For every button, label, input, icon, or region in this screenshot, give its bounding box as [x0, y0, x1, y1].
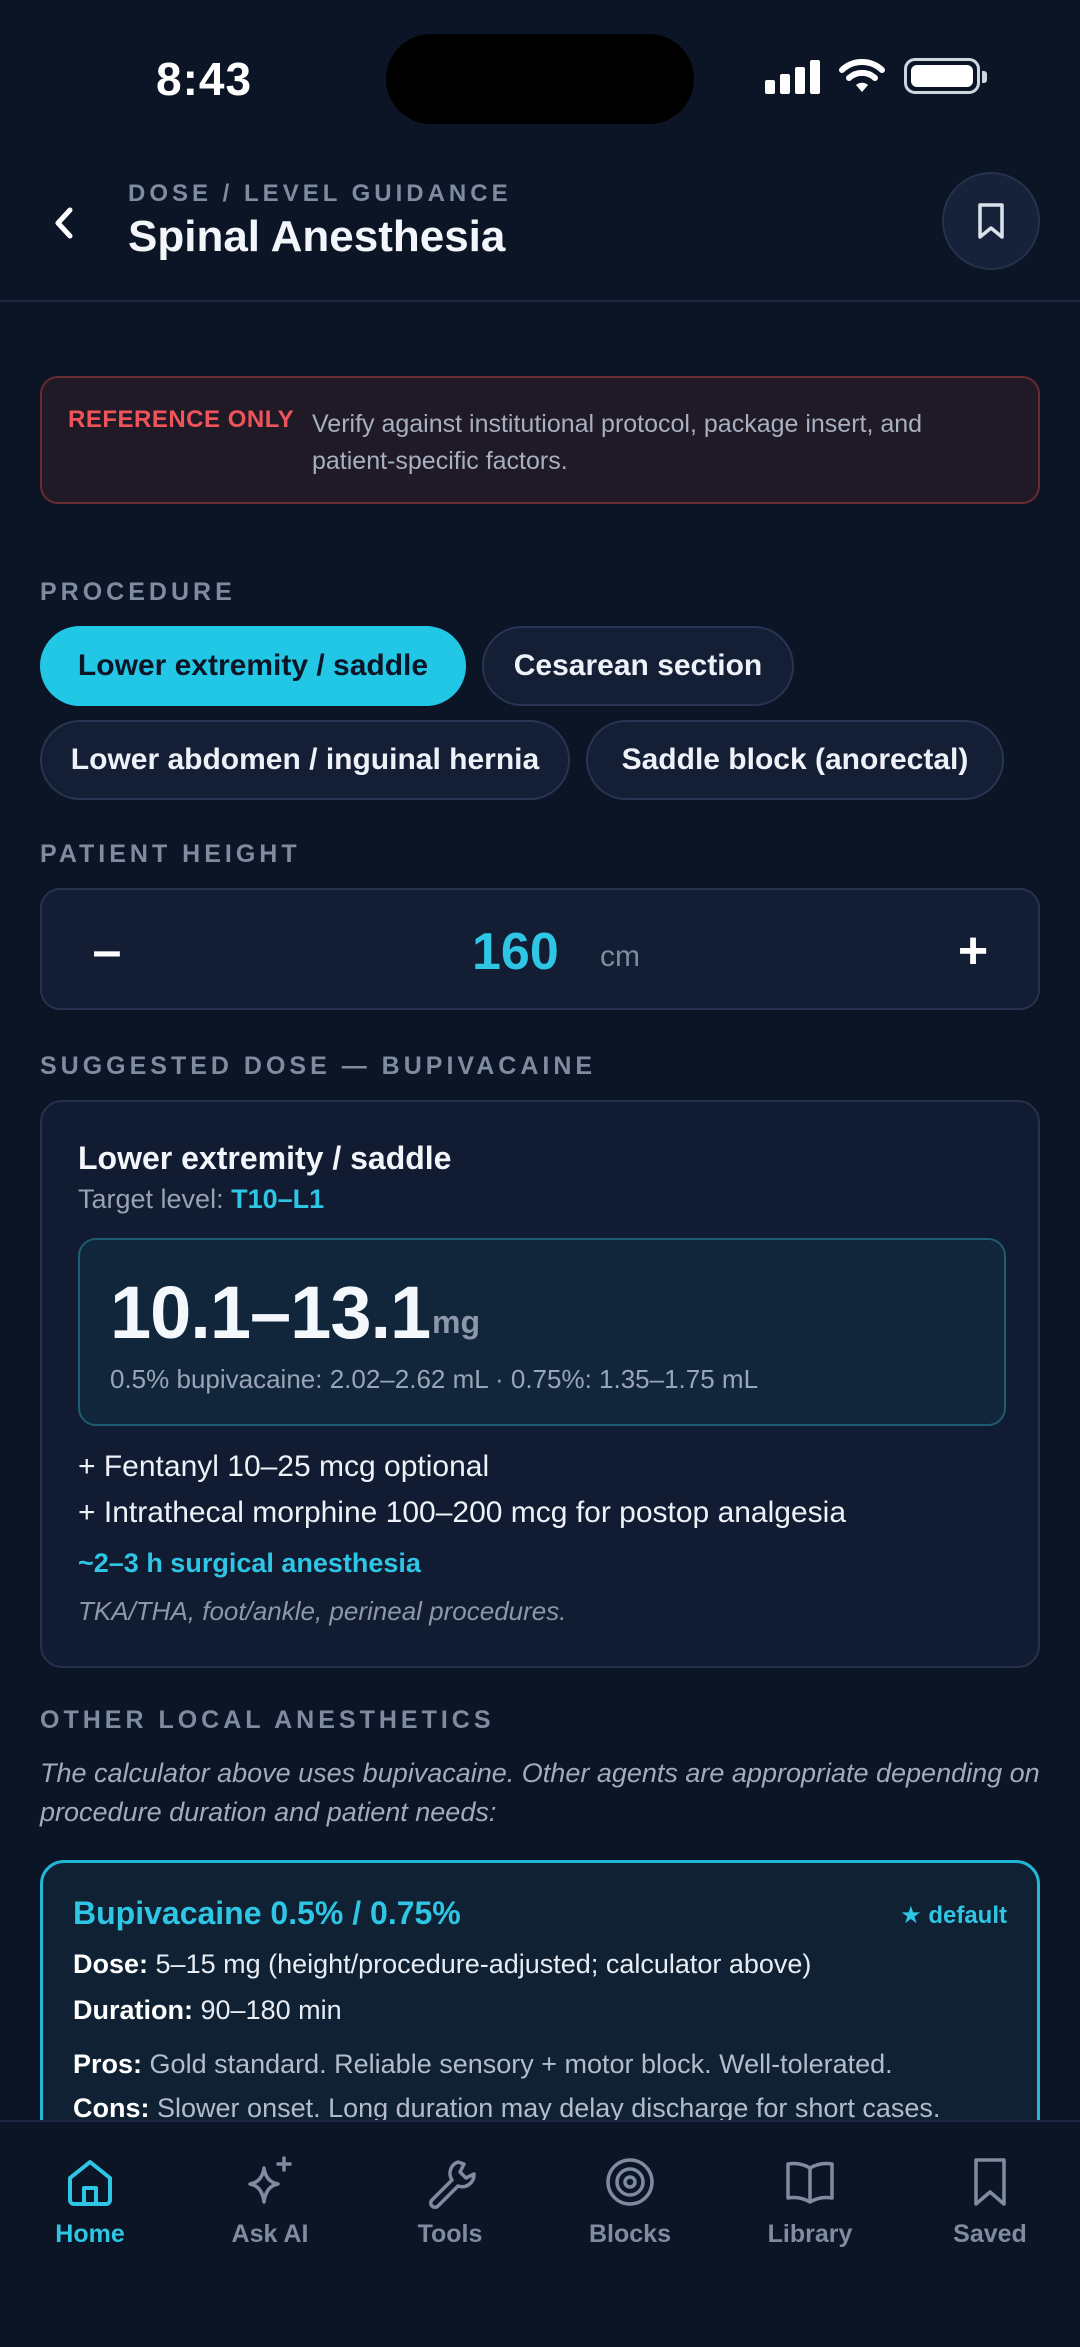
procedure-chip-lower-abdomen[interactable]: Lower abdomen / inguinal hernia	[40, 720, 570, 800]
tab-tools[interactable]: Tools	[360, 2154, 540, 2264]
home-icon	[68, 2160, 112, 2206]
bottom-tab-bar: Home Ask AI Tools Blocks Library Saved	[0, 2120, 1080, 2347]
tab-home[interactable]: Home	[0, 2154, 180, 2264]
tab-tools-label: Tools	[417, 2220, 483, 2248]
cellular-signal-icon	[765, 58, 820, 94]
default-badge: ★ default	[900, 1902, 1007, 1929]
header-eyebrow: DOSE / LEVEL GUIDANCE	[128, 180, 512, 207]
agent-dose: Dose: 5–15 mg (height/procedure-adjusted…	[73, 1949, 811, 1980]
page-header: DOSE / LEVEL GUIDANCE Spinal Anesthesia	[0, 160, 1080, 302]
agent-cons: Cons: Slower onset. Long duration may de…	[73, 2093, 940, 2120]
tab-saved[interactable]: Saved	[900, 2154, 1080, 2264]
bookmark-icon	[978, 203, 1004, 239]
procedure-section-label: PROCEDURE	[40, 578, 236, 606]
book-icon	[786, 2161, 834, 2204]
tab-home-label: Home	[55, 2220, 125, 2248]
dose-target-level: Target level: T10–L1	[78, 1184, 324, 1215]
tab-blocks[interactable]: Blocks	[540, 2154, 720, 2264]
dose-range-value: 10.1–13.1	[110, 1271, 431, 1354]
bookmark-button[interactable]	[942, 172, 1040, 270]
height-unit: cm	[600, 940, 640, 973]
other-anesthetics-description: The calculator above uses bupivacaine. O…	[40, 1758, 1040, 1827]
agent-card-bupivacaine[interactable]: Bupivacaine 0.5% / 0.75% ★ default Dose:…	[40, 1860, 1040, 2120]
status-time: 8:43	[156, 53, 253, 105]
dose-volume-conversion: 0.5% bupivacaine: 2.02–2.62 mL · 0.75%: …	[110, 1364, 759, 1394]
agent-pros-value: Gold standard. Reliable sensory + motor …	[149, 2049, 893, 2079]
procedure-chip-lower-extremity[interactable]: Lower extremity / saddle	[40, 626, 466, 706]
tab-library[interactable]: Library	[720, 2154, 900, 2264]
agent-dose-value: 5–15 mg (height/procedure-adjusted; calc…	[155, 1949, 812, 1979]
dose-range-box: 10.1–13.1 mg 0.5% bupivacaine: 2.02–2.62…	[78, 1238, 1006, 1426]
target-level-prefix: Target level:	[78, 1184, 224, 1214]
tab-library-label: Library	[767, 2220, 853, 2248]
warning-text: Verify against institutional protocol, p…	[312, 410, 923, 475]
dose-section-label: SUGGESTED DOSE — BUPIVACAINE	[40, 1052, 597, 1080]
decrease-height-button[interactable]: –	[72, 916, 142, 986]
tab-blocks-label: Blocks	[589, 2220, 671, 2248]
target-level-value: T10–L1	[231, 1184, 325, 1214]
back-button[interactable]	[40, 198, 90, 248]
agent-duration-value: 90–180 min	[200, 1995, 342, 2025]
bookmark-icon	[974, 2158, 1006, 2206]
agent-dose-label: Dose:	[73, 1949, 149, 1979]
height-stepper: – 160 cm +	[40, 888, 1040, 1010]
reference-warning: REFERENCE ONLY Verify against institutio…	[40, 376, 1040, 504]
wrench-icon	[429, 2160, 476, 2209]
wifi-icon	[839, 59, 885, 92]
warning-label: REFERENCE ONLY	[68, 406, 295, 433]
agent-cons-label: Cons:	[73, 2093, 150, 2120]
agent-pros-label: Pros:	[73, 2049, 143, 2079]
status-bar: 8:43	[0, 0, 1080, 160]
agent-duration: Duration: 90–180 min	[73, 1995, 342, 2026]
procedure-chip-cesarean[interactable]: Cesarean section	[482, 626, 794, 706]
dose-adjunct-fentanyl: + Fentanyl 10–25 mcg optional	[78, 1450, 490, 1483]
agent-duration-label: Duration:	[73, 1995, 193, 2025]
height-section-label: PATIENT HEIGHT	[40, 840, 301, 868]
dose-note: TKA/THA, foot/ankle, perineal procedures…	[78, 1596, 567, 1626]
agent-name: Bupivacaine 0.5% / 0.75%	[73, 1895, 461, 1931]
height-value: 160	[472, 923, 559, 981]
agent-pros: Pros: Gold standard. Reliable sensory + …	[73, 2049, 893, 2080]
dose-adjunct-morphine: + Intrathecal morphine 100–200 mcg for p…	[78, 1496, 847, 1529]
tab-ask-ai[interactable]: Ask AI	[180, 2154, 360, 2264]
tab-ask-ai-label: Ask AI	[231, 2220, 309, 2248]
dose-range-unit: mg	[432, 1304, 480, 1340]
sparkles-icon	[248, 2156, 292, 2204]
other-anesthetics-section-label: OTHER LOCAL ANESTHETICS	[40, 1706, 495, 1734]
battery-icon	[904, 58, 987, 94]
content-scroll-area[interactable]: REFERENCE ONLY Verify against institutio…	[0, 302, 1080, 2120]
tab-saved-label: Saved	[953, 2220, 1027, 2248]
chevron-left-icon	[55, 207, 73, 239]
dose-procedure-title: Lower extremity / saddle	[78, 1140, 452, 1176]
target-icon	[606, 2158, 654, 2206]
agent-cons-value: Slower onset. Long duration may delay di…	[157, 2093, 941, 2120]
increase-height-button[interactable]: +	[938, 916, 1008, 986]
page-title: Spinal Anesthesia	[128, 212, 506, 261]
procedure-chip-saddle-block[interactable]: Saddle block (anorectal)	[586, 720, 1004, 800]
status-icons	[765, 58, 987, 94]
dynamic-island	[386, 34, 694, 124]
suggested-dose-card: Lower extremity / saddle Target level: T…	[40, 1100, 1040, 1668]
dose-duration: ~2–3 h surgical anesthesia	[78, 1548, 421, 1578]
